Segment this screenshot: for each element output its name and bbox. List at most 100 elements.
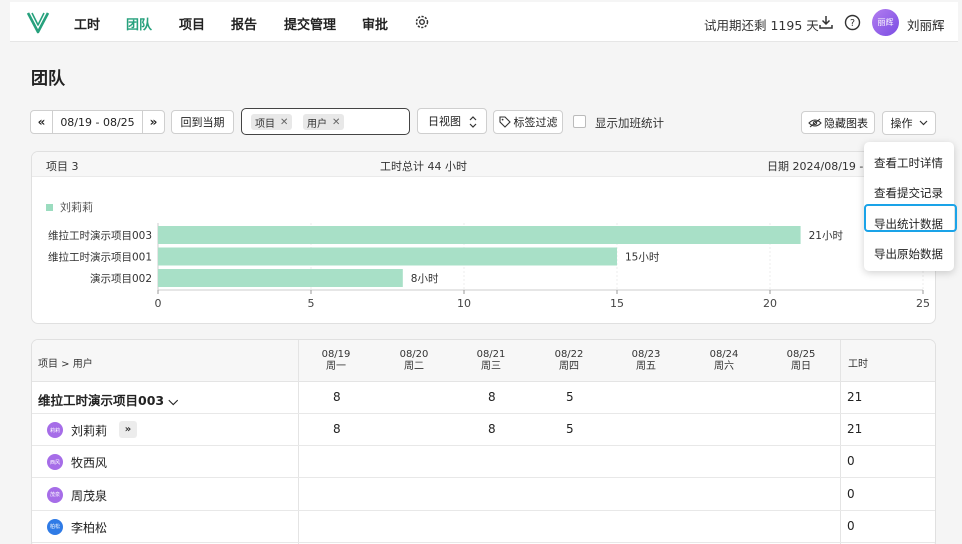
menu-item-export-raw[interactable]: 导出原始数据 <box>874 246 943 262</box>
user-name[interactable]: 刘丽辉 <box>907 15 945 34</box>
chart-card: 项目 3 工时总计 44 小时 日期 2024/08/19 - 2 刘莉莉 05… <box>31 151 936 324</box>
day-weekday: 周六 <box>714 361 734 372</box>
x-tick-label: 0 <box>155 297 162 310</box>
nav-item-timesheet[interactable]: 工时 <box>74 14 100 33</box>
day-weekday: 周五 <box>636 361 656 372</box>
updown-icon <box>469 116 477 128</box>
close-icon[interactable]: ✕ <box>332 117 340 128</box>
table-header-day: 08/20 周二 <box>389 349 439 373</box>
menu-item-view-submissions[interactable]: 查看提交记录 <box>874 185 943 201</box>
hours-cell[interactable]: 8 <box>333 390 341 404</box>
day-weekday: 周日 <box>791 361 811 372</box>
day-weekday: 周四 <box>559 361 579 372</box>
prev-week-button[interactable]: « <box>31 111 53 133</box>
total-cell: 0 <box>847 486 855 501</box>
bar <box>158 247 617 266</box>
user-name: 牧西风 <box>71 456 108 471</box>
nav-item-reports[interactable]: 报告 <box>231 14 257 33</box>
nav-item-submissions[interactable]: 提交管理 <box>284 14 336 33</box>
table-header-day: 08/22 周四 <box>544 349 594 373</box>
help-icon[interactable]: ? <box>844 14 861 31</box>
hours-cell[interactable]: 8 <box>488 390 496 404</box>
project-name[interactable]: 维拉工时演示项目003 ⌵ <box>38 390 178 409</box>
avatar[interactable]: 丽辉 <box>872 9 899 36</box>
bar <box>158 269 403 287</box>
expand-button[interactable]: » <box>119 421 137 439</box>
user-name: 周茂泉 <box>71 488 108 503</box>
back-current-button[interactable]: 回到当期 <box>171 110 234 134</box>
data-label: 21小时 <box>809 230 844 242</box>
y-tick-label: 演示项目002 <box>90 272 152 285</box>
total-cell: 0 <box>847 454 855 469</box>
table-row-user[interactable]: 茂泉 周茂泉 0 <box>32 479 935 511</box>
avatar: 柏松 <box>47 518 63 535</box>
tag-icon <box>498 116 511 128</box>
day-date: 08/22 <box>554 349 584 360</box>
x-tick-label: 20 <box>763 297 777 310</box>
x-tick-label: 5 <box>308 297 315 310</box>
hide-chart-button[interactable]: 隐藏图表 <box>801 111 875 134</box>
filter-input[interactable]: 项目 ✕ 用户 ✕ <box>241 108 410 135</box>
nav-item-projects[interactable]: 项目 <box>179 14 205 33</box>
tag-filter-button[interactable]: 标签过滤 <box>493 110 563 134</box>
hide-chart-label: 隐藏图表 <box>824 116 868 130</box>
table-header-total: 工时 <box>848 359 868 370</box>
table-header-day: 08/23 周五 <box>621 349 671 373</box>
day-date: 08/23 <box>631 349 661 360</box>
filter-tag-user: 用户 ✕ <box>303 114 345 130</box>
hours-table: 项目 > 用户 08/19 周一 08/20 周二 08/21 周三 08/22 周四 08/2… <box>31 339 936 544</box>
top-nav: 工时 团队 项目 报告 提交管理 审批 试用期还剩 1195 天 ? 丽辉 刘丽… <box>10 2 958 42</box>
table-row-user[interactable]: 柏松 李柏松 0 <box>32 511 935 543</box>
day-weekday: 周三 <box>481 361 501 372</box>
user-name: 李柏松 <box>71 520 108 535</box>
date-range[interactable]: 08/19 - 08/25 <box>53 116 142 129</box>
nav-item-approvals[interactable]: 审批 <box>362 14 388 33</box>
day-date: 08/20 <box>399 349 429 360</box>
download-icon[interactable] <box>818 14 834 30</box>
menu-item-view-details[interactable]: 查看工时详情 <box>874 155 943 171</box>
overtime-label: 显示加班统计 <box>595 116 664 130</box>
day-date: 08/21 <box>476 349 506 360</box>
total-cell: 21 <box>847 390 863 404</box>
table-header-day: 08/24 周六 <box>699 349 749 373</box>
view-select-value: 日视图 <box>428 115 461 128</box>
chevron-down-icon <box>919 120 927 126</box>
hours-cell[interactable]: 5 <box>566 422 574 436</box>
filter-tag-label: 用户 <box>307 118 327 130</box>
hours-cell[interactable]: 8 <box>488 422 496 436</box>
x-tick-label: 10 <box>457 297 471 310</box>
actions-label: 操作 <box>890 117 913 130</box>
logo-icon[interactable] <box>25 9 51 35</box>
total-cell: 0 <box>847 518 855 533</box>
y-tick-label: 维拉工时演示项目001 <box>48 251 152 264</box>
day-date: 08/19 <box>321 349 351 360</box>
y-tick-label: 维拉工时演示项目003 <box>48 229 152 242</box>
avatar: 茂泉 <box>47 486 63 503</box>
table-header-day: 08/25 周日 <box>776 349 826 373</box>
view-select[interactable]: 日视图 <box>417 108 487 134</box>
table-header-day: 08/19 周一 <box>311 349 361 373</box>
actions-button[interactable]: 操作 <box>882 111 936 135</box>
table-header: 项目 > 用户 08/19 周一 08/20 周二 08/21 周三 08/22 周四 08/2… <box>32 340 935 382</box>
bar-chart: 0 5 10 15 20 25 维拉工时演示项目003 21小时维拉工时演示项目001 15小时… <box>48 223 930 310</box>
hours-cell[interactable]: 5 <box>566 390 574 404</box>
page-title: 团队 <box>31 69 65 89</box>
table-row-user[interactable]: 莉莉 刘莉莉 » 8 8 5 21 <box>32 414 935 447</box>
table-header-day: 08/21 周三 <box>466 349 516 373</box>
table-row-project[interactable]: 维拉工时演示项目003 ⌵ 8 8 5 21 <box>32 382 935 414</box>
avatar: 西风 <box>47 454 63 471</box>
total-cell: 21 <box>847 422 863 437</box>
day-date: 08/25 <box>786 349 816 360</box>
gear-icon[interactable] <box>413 13 431 31</box>
day-weekday: 周二 <box>404 361 424 372</box>
data-label: 8小时 <box>411 273 439 285</box>
next-week-button[interactable]: » <box>142 111 164 133</box>
overtime-checkbox[interactable] <box>573 115 586 128</box>
hours-cell[interactable]: 8 <box>333 422 341 436</box>
avatar: 莉莉 <box>47 422 63 439</box>
table-header-project-user: 项目 > 用户 <box>38 359 93 370</box>
day-date: 08/24 <box>709 349 739 360</box>
nav-item-team[interactable]: 团队 <box>126 14 152 33</box>
table-row-user[interactable]: 西风 牧西风 0 <box>32 446 935 479</box>
close-icon[interactable]: ✕ <box>280 117 288 128</box>
